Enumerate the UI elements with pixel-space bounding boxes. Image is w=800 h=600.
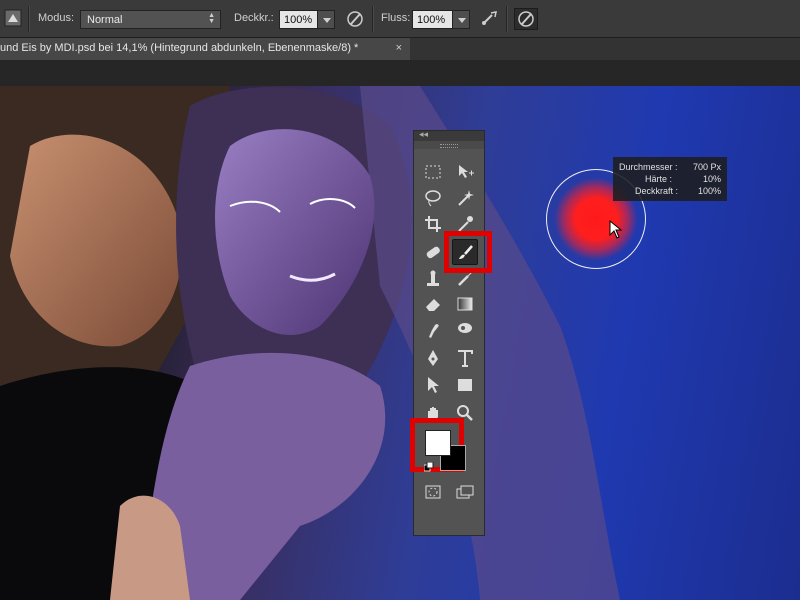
- move-tool[interactable]: [454, 161, 476, 183]
- flow-dropdown-button[interactable]: [452, 10, 470, 29]
- hud-value: 10%: [702, 174, 721, 184]
- panel-header[interactable]: ◂◂: [414, 129, 484, 141]
- document-title: und Eis by MDI.psd bei 14,1% (Hintegrund…: [0, 42, 359, 54]
- document-tab[interactable]: und Eis by MDI.psd bei 14,1% (Hintegrund…: [0, 38, 410, 60]
- divider: [28, 6, 30, 32]
- hud-value: 700 Px: [692, 162, 721, 172]
- brush-info-tooltip: Durchmesser : 700 Px Härte : 10% Deckkra…: [613, 157, 727, 201]
- pen-tool[interactable]: [422, 347, 444, 369]
- panel-grip[interactable]: [414, 141, 484, 149]
- hud-row-opacity: Deckkraft : 100%: [619, 185, 721, 197]
- pressure-opacity-icon[interactable]: [343, 8, 367, 30]
- path-selection-tool[interactable]: [422, 374, 444, 396]
- hud-row-diameter: Durchmesser : 700 Px: [619, 161, 721, 173]
- flow-value: 100%: [417, 14, 446, 26]
- image-canvas[interactable]: Durchmesser : 700 Px Härte : 10% Deckkra…: [0, 86, 800, 600]
- lasso-tool[interactable]: [422, 187, 444, 209]
- brush-preset-icon[interactable]: [4, 9, 22, 27]
- close-icon[interactable]: ×: [396, 42, 402, 54]
- flow-label: Fluss:: [381, 12, 411, 24]
- rectangular-marquee-tool[interactable]: [422, 161, 444, 183]
- screen-mode-icon[interactable]: [454, 481, 476, 503]
- mouse-pointer-icon: [609, 220, 623, 239]
- dodge-tool[interactable]: [454, 319, 476, 341]
- airbrush-icon[interactable]: [477, 8, 501, 30]
- foreground-color-swatch[interactable]: [425, 430, 451, 456]
- tools-panel: ◂◂: [413, 129, 485, 536]
- pressure-size-icon[interactable]: [514, 8, 538, 30]
- smudge-tool[interactable]: [422, 319, 444, 341]
- crop-tool[interactable]: [422, 213, 444, 235]
- clone-stamp-tool[interactable]: [422, 268, 444, 290]
- eraser-tool[interactable]: [422, 293, 444, 315]
- hud-label: Deckkraft :: [635, 186, 679, 196]
- divider: [506, 6, 508, 32]
- opacity-value: 100%: [284, 14, 313, 26]
- hud-row-hardness: Härte : 10%: [619, 173, 721, 185]
- healing-brush-tool[interactable]: [422, 241, 444, 263]
- hud-label: Härte :: [645, 174, 673, 184]
- opacity-label: Deckkr.:: [234, 12, 274, 24]
- rectangle-tool[interactable]: [454, 374, 476, 396]
- divider: [372, 6, 374, 32]
- brush-tool-highlight: [444, 231, 492, 273]
- mode-label: Modus:: [38, 12, 75, 24]
- gradient-tool[interactable]: [454, 293, 476, 315]
- mode-select[interactable]: Normal ▲ ▼: [80, 10, 221, 29]
- magic-wand-tool[interactable]: [454, 187, 476, 209]
- type-tool[interactable]: [454, 347, 476, 369]
- flow-field[interactable]: 100%: [412, 10, 454, 29]
- hud-label: Durchmesser :: [619, 162, 678, 172]
- updown-arrows-icon: ▲ ▼: [208, 12, 215, 25]
- opacity-field[interactable]: 100%: [279, 10, 319, 29]
- opacity-dropdown-button[interactable]: [317, 10, 335, 29]
- options-bar: Modus: Normal ▲ ▼ Deckkr.: 100% Fluss: 10…: [0, 0, 800, 38]
- default-colors-icon[interactable]: [424, 462, 436, 472]
- ruler-area: [0, 60, 800, 86]
- mode-value: Normal: [87, 14, 123, 26]
- quick-mask-icon[interactable]: [422, 481, 444, 503]
- hud-value: 100%: [697, 186, 721, 196]
- collapse-icon[interactable]: ◂◂: [419, 129, 428, 140]
- document-tab-strip: und Eis by MDI.psd bei 14,1% (Hintegrund…: [0, 38, 800, 60]
